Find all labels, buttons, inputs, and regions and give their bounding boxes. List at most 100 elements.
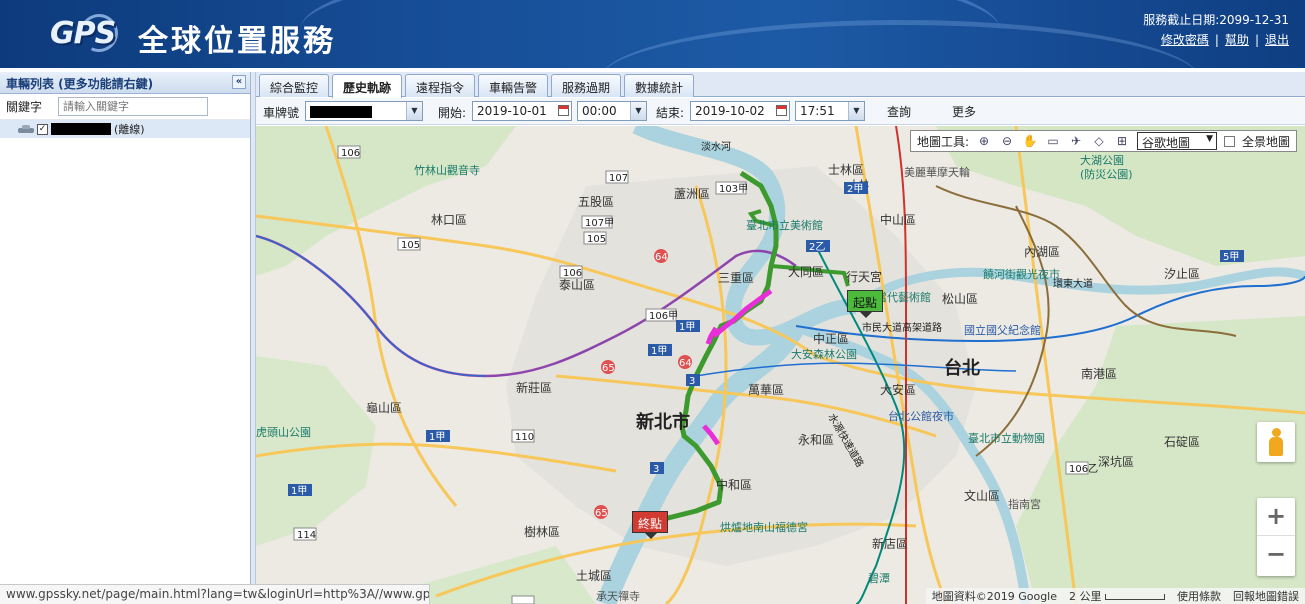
map-label: 虎頭山公園 <box>256 426 311 439</box>
more-button[interactable]: 更多 <box>952 103 976 120</box>
map-label: 指南宮 <box>1008 497 1041 511</box>
road-shield: 65 <box>602 363 615 374</box>
road-shield: 65 <box>595 508 608 519</box>
app-title: 全球位置服務 <box>138 24 336 59</box>
zoom-out-button[interactable]: − <box>1257 536 1295 574</box>
road-shield: 106 <box>563 268 582 279</box>
map-label: 市民大道高架道路 <box>862 321 942 334</box>
map-label: 淡水河 <box>701 141 731 153</box>
road-shield: 107 <box>609 173 628 184</box>
vehicle-name-redacted <box>51 123 111 135</box>
search-button[interactable]: 查詢 <box>887 103 911 120</box>
eraser-icon[interactable]: ◇ <box>1091 134 1107 148</box>
start-date-field[interactable]: 2019-10-01 <box>472 101 572 121</box>
map-label: 大安區 <box>880 382 916 397</box>
map-label: 當代藝術館 <box>876 290 931 304</box>
map-label: 烘爐地南山福德宮 <box>720 520 808 534</box>
map-label: 南港區 <box>1081 366 1117 381</box>
map-type-select[interactable]: 谷歌地圖 ▼ <box>1136 132 1217 150</box>
start-date-value: 2019-10-01 <box>477 104 547 118</box>
road-shield: 106 <box>341 148 360 159</box>
map-label: 新北市 <box>636 411 690 433</box>
collapse-panel-button[interactable]: « <box>232 75 246 89</box>
chevron-down-icon: ▼ <box>848 102 864 120</box>
map-label: 樹林區 <box>524 525 560 539</box>
map-label: 國立國父紀念館 <box>964 323 1041 337</box>
route-start-marker[interactable]: 起點 <box>847 290 884 318</box>
chevron-down-icon: ▼ <box>406 102 422 120</box>
calendar-icon[interactable] <box>558 105 569 116</box>
logout-link[interactable]: 退出 <box>1265 33 1289 47</box>
map-label: 大安森林公園 <box>791 347 857 361</box>
panorama-checkbox[interactable] <box>1223 135 1235 147</box>
road-shield: 64 <box>655 252 668 263</box>
logo-text: GPS <box>50 16 116 51</box>
link-separator: | <box>1254 33 1259 47</box>
tab-data-statistics[interactable]: 數據統計 <box>624 74 694 97</box>
end-date-field[interactable]: 2019-10-02 <box>690 101 790 121</box>
route-end-marker[interactable]: 終點 <box>632 511 669 539</box>
vehicle-checkbox[interactable]: ✓ <box>37 123 48 135</box>
tab-remote-command[interactable]: 遠程指令 <box>405 74 475 97</box>
map-label: 永和區 <box>798 433 834 447</box>
map-type-value: 谷歌地圖 <box>1141 136 1190 150</box>
tab-history-track[interactable]: 歷史軌跡 <box>332 74 402 98</box>
gps-logo: GPS <box>50 8 124 58</box>
road-shield: 2乙 <box>809 241 825 253</box>
tab-overall-monitoring[interactable]: 綜合監控 <box>259 74 329 97</box>
chevron-down-icon: ▼ <box>1206 134 1213 144</box>
map-label: 臺北市立美術館 <box>746 218 823 232</box>
vehicle-list-item[interactable]: ✓ (離線) <box>0 120 250 138</box>
map-label: 大同區 <box>788 265 824 279</box>
zoom-in-button[interactable]: + <box>1257 498 1295 536</box>
map-data-credit: 地圖資料©2019 Google <box>931 590 1057 603</box>
road-shield: 1甲 <box>679 322 695 333</box>
end-date-value: 2019-10-02 <box>695 104 765 118</box>
map-label: 台北公館夜市 <box>888 409 954 423</box>
grid-icon[interactable]: ⊞ <box>1114 134 1130 148</box>
zoom-control: + − <box>1257 498 1295 576</box>
tab-service-expired[interactable]: 服務過期 <box>551 74 621 97</box>
service-expiry-date: 服務截止日期:2099-12-31 <box>1143 13 1289 27</box>
map-view[interactable]: 淡水河 士林區 士林 美麗華摩天輪 大湖公園 (防災公園) 蘆洲區 五股區 竹林… <box>256 126 1305 604</box>
map-label: 台北 <box>944 357 980 379</box>
map-label: 中和區 <box>716 477 752 492</box>
street-view-pegman-icon[interactable] <box>1257 422 1295 462</box>
road-shield: 1甲 <box>651 346 667 357</box>
tab-vehicle-alarm[interactable]: 車輛告警 <box>478 74 548 97</box>
map-label: 五股區 <box>578 195 614 209</box>
keyword-search-row: 關鍵字 <box>0 94 250 120</box>
map-label: 環東大道 <box>1053 277 1093 290</box>
help-link[interactable]: 幫助 <box>1225 33 1249 47</box>
plate-select[interactable]: ▼ <box>305 101 423 121</box>
map-label: 新店區 <box>872 536 908 551</box>
calendar-icon[interactable] <box>776 105 787 116</box>
road-shield: 3 <box>653 464 659 475</box>
map-canvas: 淡水河 士林區 士林 美麗華摩天輪 大湖公園 (防災公園) 蘆洲區 五股區 竹林… <box>256 126 1305 604</box>
map-label: 汐止區 <box>1164 266 1200 281</box>
marker-tool-icon[interactable]: ✈ <box>1068 134 1084 148</box>
zoom-in-box-icon[interactable]: ⊕ <box>976 134 992 148</box>
road-shield: 2甲 <box>847 184 863 195</box>
browser-status-bar: www.gpssky.net/page/main.html?lang=tw&lo… <box>0 584 430 604</box>
zoom-out-box-icon[interactable]: ⊖ <box>999 134 1015 148</box>
start-time-select[interactable]: 00:00 ▼ <box>577 101 647 121</box>
end-time-select[interactable]: 17:51 ▼ <box>795 101 865 121</box>
map-toolbar: 地圖工具: ⊕ ⊖ ✋ ▭ ✈ ◇ ⊞ 谷歌地圖 ▼ 全景地圖 <box>909 130 1297 152</box>
plate-value-redacted <box>310 105 372 118</box>
report-map-error-link[interactable]: 回報地圖錯誤 <box>1233 588 1299 604</box>
keyword-input[interactable] <box>58 97 208 116</box>
map-label: 美麗華摩天輪 <box>904 165 970 179</box>
map-label: 松山區 <box>942 292 978 306</box>
scale-bar <box>1105 594 1165 600</box>
terms-link[interactable]: 使用條款 <box>1177 588 1221 604</box>
map-label: 竹林山觀音寺 <box>414 163 480 177</box>
pan-hand-icon[interactable]: ✋ <box>1022 134 1038 148</box>
plate-label: 車牌號 <box>263 106 300 120</box>
map-attribution: 地圖資料©2019 Google 2 公里 使用條款 回報地圖錯誤 <box>925 588 1305 604</box>
change-password-link[interactable]: 修改密碼 <box>1161 33 1209 47</box>
road-shield: 5甲 <box>1223 252 1239 263</box>
measure-ruler-icon[interactable]: ▭ <box>1045 134 1061 148</box>
road-shield: 114 <box>297 530 316 541</box>
road-shield: 3 <box>689 376 695 387</box>
